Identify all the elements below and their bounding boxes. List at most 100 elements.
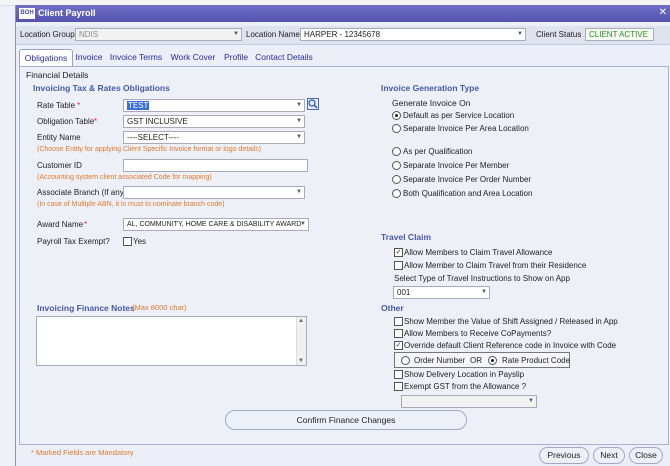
rate-product-code-label: Rate Product Code [502, 356, 571, 365]
allow-travel-allowance-checkbox[interactable]: ✓ [394, 248, 403, 257]
previous-button[interactable]: Previous [539, 447, 589, 464]
notes-scrollbar[interactable]: ▲ ▼ [296, 317, 306, 365]
chevron-down-icon: ▼ [296, 134, 302, 140]
chevron-down-icon: ▼ [296, 189, 302, 195]
customer-id-input[interactable] [123, 159, 308, 172]
other-section-title: Other [381, 303, 404, 313]
invoice-generation-title: Invoice Generation Type [381, 83, 480, 93]
entity-name-label: Entity Name [37, 133, 81, 142]
chevron-down-icon: ▼ [517, 31, 523, 37]
finance-notes-textarea[interactable]: ▲ ▼ [36, 316, 307, 366]
associate-branch-label: Associate Branch (If any) [37, 188, 127, 197]
chevron-down-icon: ▼ [528, 398, 534, 404]
copayments-label: Allow Members to Receive CoPayments? [404, 329, 552, 338]
opt-order-label: Separate Invoice Per Order Number [403, 175, 532, 184]
travel-type-label: Select Type of Travel Instructions to Sh… [394, 274, 570, 283]
customer-id-label: Customer ID [37, 161, 82, 170]
radio-order-number[interactable] [401, 356, 410, 365]
scroll-up-icon[interactable]: ▲ [298, 318, 304, 324]
location-group-select[interactable]: NDIS ▼ [75, 28, 242, 41]
location-bar: Location Group NDIS ▼ Location Name HARPE… [16, 26, 670, 45]
rate-table-select[interactable]: TEST ▼ [123, 99, 305, 112]
title-bar: BOH Client Payroll ✕ [16, 5, 670, 22]
payroll-tax-label: Payroll Tax Exempt? [37, 237, 110, 246]
required-mark: * [84, 220, 88, 229]
radio-separate-area-location[interactable] [392, 124, 401, 133]
radio-rate-product-code[interactable] [488, 356, 497, 365]
opt-qual-label: As per Qualification [403, 147, 473, 156]
client-status-field: CLIENT ACTIVE [585, 28, 654, 41]
radio-separate-per-order[interactable] [392, 175, 401, 184]
show-shift-value-checkbox[interactable] [394, 317, 403, 326]
app-logo: BOH [19, 8, 35, 19]
finance-notes-title: Invoicing Finance Notes [37, 303, 135, 313]
delivery-location-checkbox[interactable] [394, 370, 403, 379]
next-button[interactable]: Next [593, 447, 625, 464]
award-name-label: Award Name [37, 220, 84, 229]
chevron-down-icon: ▼ [296, 102, 302, 108]
close-icon[interactable]: ✕ [659, 7, 667, 18]
copayments-checkbox[interactable] [394, 329, 403, 338]
allow-travel-residence-checkbox[interactable] [394, 261, 403, 270]
panel-title: Financial Details [26, 70, 89, 80]
travel-claim-title: Travel Claim [381, 232, 432, 242]
chevron-down-icon: ▼ [233, 31, 239, 37]
or-label: OR [470, 356, 482, 365]
associate-branch-select[interactable]: ▼ [123, 186, 305, 199]
search-icon[interactable] [307, 98, 319, 110]
award-name-select[interactable]: AL, COMMUNITY, HOME CARE & DISABILITY AW… [123, 218, 309, 231]
exempt-gst-checkbox[interactable] [394, 382, 403, 391]
mandatory-note: * Marked Fields are Mandatory [31, 448, 134, 457]
tab-obligations[interactable]: Obligations [19, 49, 73, 67]
required-mark: * [94, 117, 98, 126]
tab-strip: Obligations Invoice Invoice Terms Work C… [16, 49, 670, 67]
obligation-table-select[interactable]: GST INCLUSIVE ▼ [123, 115, 305, 128]
override-ref-checkbox[interactable]: ✓ [394, 341, 403, 350]
reference-code-group: Order Number OR Rate Product Code [394, 352, 570, 368]
chevron-down-icon: ▼ [300, 221, 306, 227]
allow-travel-residence-label: Allow Member to Claim Travel from their … [404, 261, 587, 270]
radio-both-qual-area[interactable] [392, 189, 401, 198]
customer-id-hint: (Accounting system client associated Cod… [37, 174, 212, 181]
associate-branch-hint: (In case of Multiple ABN, it is must to … [37, 201, 225, 208]
exempt-gst-label: Exempt GST from the Allowance ? [404, 382, 527, 391]
gst-allowance-select[interactable]: ▼ [401, 395, 537, 408]
tab-invoice[interactable]: Invoice [74, 49, 104, 66]
window-title: Client Payroll [38, 8, 96, 18]
opt-area-label: Separate Invoice Per Area Location [403, 124, 529, 133]
entity-hint: (Choose Entity for applying Client Speci… [37, 146, 262, 153]
financial-details-panel: Financial Details Invoicing Tax & Rates … [19, 66, 669, 445]
travel-type-select[interactable]: 001 ▼ [393, 286, 490, 299]
chevron-down-icon: ▼ [481, 289, 487, 295]
required-mark: * [77, 101, 81, 110]
location-name-select[interactable]: HARPER - 12345678 ▼ [300, 28, 526, 41]
obligation-table-label: Obligation Table [37, 117, 95, 126]
allow-travel-allowance-label: Allow Members to Claim Travel Allowance [404, 248, 553, 257]
chevron-down-icon: ▼ [296, 118, 302, 124]
radio-default-service-location[interactable] [392, 111, 401, 120]
opt-service-label: Default as per Service Location [403, 111, 515, 120]
location-group-label: Location Group [20, 30, 75, 39]
finance-notes-max-hint: (Max 8000 char) [132, 303, 187, 312]
generate-invoice-label: Generate Invoice On [392, 98, 471, 108]
order-number-label: Order Number [414, 356, 466, 365]
invoicing-tax-section-title: Invoicing Tax & Rates Obligations [33, 83, 170, 93]
tab-invoice-terms[interactable]: Invoice Terms [108, 49, 164, 66]
client-payroll-window: BOH Client Payroll ✕ Location Group NDIS… [15, 5, 670, 466]
entity-name-select[interactable]: ----SELECT---- ▼ [123, 131, 305, 144]
scroll-down-icon[interactable]: ▼ [298, 358, 304, 364]
opt-both-label: Both Qualification and Area Location [403, 189, 533, 198]
tab-contact-details[interactable]: Contact Details [255, 49, 313, 66]
confirm-finance-changes-button[interactable]: Confirm Finance Changes [225, 410, 467, 430]
opt-member-label: Separate Invoice Per Member [403, 161, 510, 170]
payroll-tax-yes-label: Yes [133, 237, 147, 246]
radio-separate-per-member[interactable] [392, 161, 401, 170]
radio-as-per-qualification[interactable] [392, 147, 401, 156]
show-shift-value-label: Show Member the Value of Shift Assigned … [404, 317, 618, 326]
rate-table-label: Rate Table [37, 101, 76, 110]
tab-work-cover[interactable]: Work Cover [170, 49, 216, 66]
delivery-location-label: Show Delivery Location in Payslip [404, 370, 525, 379]
close-button[interactable]: Close [629, 447, 663, 464]
payroll-tax-checkbox[interactable] [123, 237, 132, 246]
tab-profile[interactable]: Profile [222, 49, 250, 66]
